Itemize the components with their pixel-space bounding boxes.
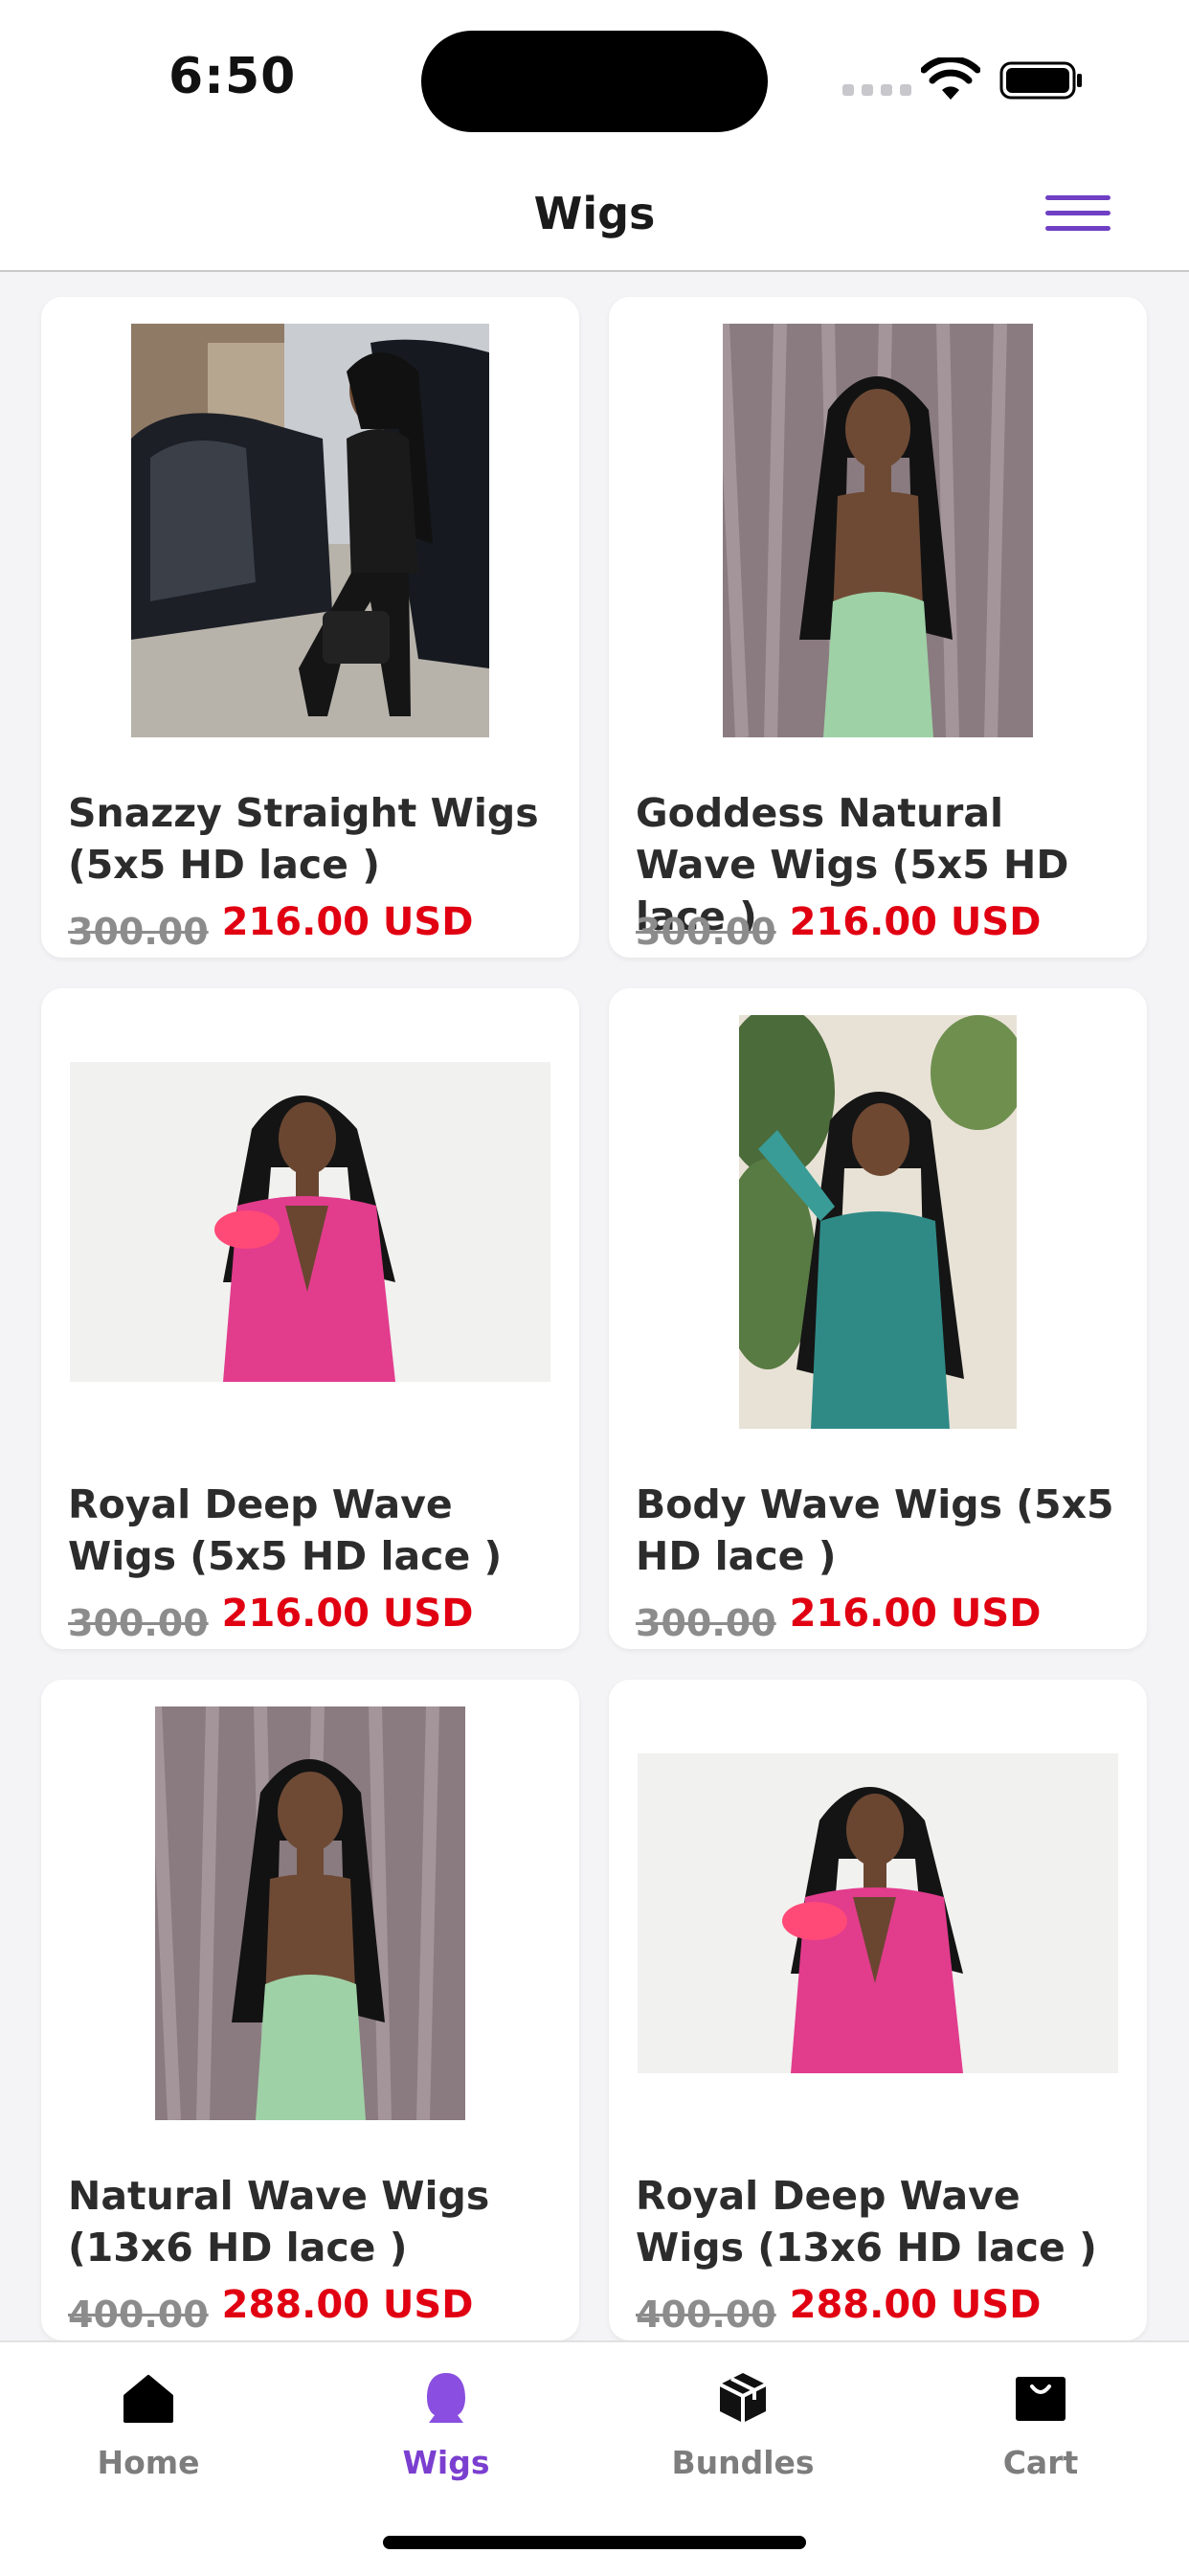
product-image-frame — [70, 1015, 550, 1429]
status-bar: 6:50 — [0, 0, 1189, 163]
product-name: Royal Deep Wave Wigs (5x5 HD lace ) — [68, 1481, 503, 1579]
price-row: 400.00 288.00 USD — [68, 2283, 473, 2337]
sale-price: 216.00 USD — [789, 900, 1042, 944]
price-row: 300.00 216.00 USD — [636, 1592, 1041, 1645]
tab-label: Home — [97, 2444, 200, 2481]
product-image — [155, 1706, 465, 2120]
app-header: Wigs — [0, 163, 1189, 272]
product-image — [723, 324, 1033, 737]
home-indicator[interactable] — [383, 2536, 806, 2549]
page-title: Wigs — [533, 188, 656, 239]
dynamic-island — [421, 31, 768, 132]
product-card[interactable]: Royal Deep Wave Wigs (5x5 HD lace ) 300.… — [41, 988, 579, 1649]
box-icon — [719, 2373, 767, 2423]
original-price: 300.00 — [68, 911, 209, 953]
tab-label: Wigs — [402, 2444, 490, 2481]
wig-icon — [427, 2373, 465, 2423]
product-name: Snazzy Straight Wigs (5x5 HD lace ) — [68, 790, 539, 888]
tab-label: Cart — [1002, 2444, 1079, 2481]
tab-cart[interactable]: Cart — [945, 2369, 1136, 2481]
original-price: 400.00 — [68, 2294, 209, 2336]
original-price: 300.00 — [636, 1602, 776, 1644]
product-card[interactable]: Royal Deep Wave Wigs (13x6 HD lace ) 400… — [609, 1680, 1147, 2340]
original-price: 300.00 — [636, 911, 776, 953]
tab-bundles[interactable]: Bundles — [647, 2369, 839, 2481]
price-row: 300.00 216.00 USD — [68, 1592, 473, 1645]
cellular-signal-icon — [842, 84, 911, 96]
sale-price: 216.00 USD — [789, 1592, 1042, 1636]
product-name: Natural Wave Wigs (13x6 HD lace ) — [68, 2173, 490, 2271]
tab-wigs[interactable]: Wigs — [350, 2369, 542, 2481]
sale-price: 216.00 USD — [221, 900, 474, 944]
price-row: 400.00 288.00 USD — [636, 2283, 1041, 2337]
sale-price: 288.00 USD — [221, 2283, 474, 2327]
price-row: 300.00 216.00 USD — [68, 900, 473, 954]
sale-price: 288.00 USD — [789, 2283, 1042, 2327]
shopping-bag-icon — [1016, 2377, 1066, 2421]
battery-icon — [999, 61, 1082, 100]
sale-price: 216.00 USD — [221, 1592, 474, 1636]
original-price: 400.00 — [636, 2294, 776, 2336]
product-image — [131, 324, 489, 737]
tab-home[interactable]: Home — [53, 2369, 244, 2481]
product-image — [739, 1015, 1017, 1429]
product-image-frame — [70, 324, 550, 737]
product-name: Royal Deep Wave Wigs (13x6 HD lace ) — [636, 2173, 1097, 2271]
product-image-frame — [638, 324, 1118, 737]
status-time: 6:50 — [168, 48, 297, 105]
product-image-frame — [70, 1706, 550, 2120]
product-image — [70, 1062, 550, 1382]
home-icon — [123, 2375, 173, 2423]
product-card[interactable]: Goddess Natural Wave Wigs (5x5 HD lace )… — [609, 297, 1147, 958]
product-image-frame — [638, 1015, 1118, 1429]
product-card[interactable]: Natural Wave Wigs (13x6 HD lace ) 400.00… — [41, 1680, 579, 2340]
original-price: 300.00 — [68, 1602, 209, 1644]
product-image — [638, 1753, 1118, 2073]
wifi-icon — [921, 57, 980, 100]
hamburger-menu-icon[interactable] — [1045, 195, 1110, 241]
product-card[interactable]: Snazzy Straight Wigs (5x5 HD lace ) 300.… — [41, 297, 579, 958]
product-card[interactable]: Body Wave Wigs (5x5 HD lace ) 300.00 216.… — [609, 988, 1147, 1649]
price-row: 300.00 216.00 USD — [636, 900, 1041, 954]
tab-label: Bundles — [671, 2444, 815, 2481]
product-image-frame — [638, 1706, 1118, 2120]
product-name: Body Wave Wigs (5x5 HD lace ) — [636, 1481, 1114, 1579]
